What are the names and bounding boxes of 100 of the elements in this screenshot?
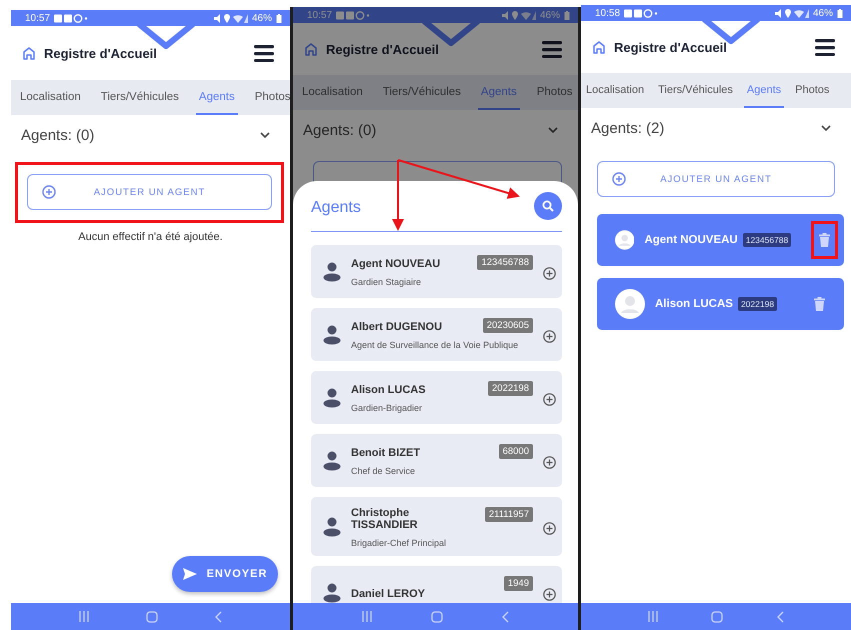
matricule-badge: 2022198: [488, 381, 533, 396]
send-button[interactable]: ENVOYER: [172, 556, 278, 592]
search-icon: [542, 200, 554, 212]
agent-card[interactable]: Alison LUCAS 2022198: [597, 278, 844, 330]
section-title: Agents: (2): [591, 120, 664, 137]
matricule-badge: 20230605: [482, 318, 533, 333]
agent-name: Daniel LEROY: [351, 588, 426, 600]
agent-list-item[interactable]: Alison LUCAS Gardien-Brigadier 2022198: [311, 371, 562, 424]
battery-level: 46%: [540, 10, 560, 20]
back-icon[interactable]: [777, 610, 784, 622]
agent-list-item[interactable]: Benoit BIZET Chef de Service 68000: [311, 434, 562, 487]
agent-list-item[interactable]: Agent NOUVEAU Gardien Stagiaire 123456788: [311, 245, 562, 298]
matricule-badge: 68000: [498, 444, 533, 459]
trash-icon: [819, 233, 830, 247]
battery-icon: [276, 14, 282, 22]
tab[interactable]: Localisation: [17, 80, 84, 115]
chevron-down-icon[interactable]: [260, 132, 270, 139]
back-icon[interactable]: [502, 610, 509, 622]
recent-apps-icon[interactable]: [79, 611, 90, 622]
home-icon[interactable]: [304, 42, 318, 56]
signal-icons: [214, 14, 248, 22]
battery-level: 46%: [812, 8, 833, 18]
search-button[interactable]: [534, 192, 562, 220]
agent-name: Agent NOUVEAU: [644, 234, 738, 246]
delete-button[interactable]: [811, 221, 838, 259]
empty-message: Aucun effectif n'a été ajoutée.: [77, 231, 224, 243]
tab[interactable]: Photos: [534, 75, 576, 110]
agent-list-item[interactable]: Christophe TISSANDIER Brigadier-Chef Principal 21111957: [311, 497, 562, 556]
chevron-down-icon[interactable]: [821, 125, 831, 132]
tab[interactable]: Photos: [792, 73, 832, 108]
recent-apps-icon[interactable]: [648, 611, 658, 622]
app-title: Registre d'Accueil: [44, 46, 157, 60]
add-agent-button[interactable]: AJOUTER UN AGENT: [597, 161, 835, 197]
plus-circle-icon[interactable]: [543, 456, 556, 469]
add-agent-button[interactable]: AJOUTER UN AGENT: [27, 174, 272, 210]
agent-name: Agent NOUVEAU: [351, 258, 442, 270]
tab[interactable]: Tiers/Véhicules: [655, 73, 736, 108]
agent-name: Benoit BIZET: [351, 447, 422, 459]
agent-name: Albert DUGENOU: [351, 321, 444, 333]
recent-apps-icon[interactable]: [362, 611, 372, 622]
tab[interactable]: Tiers/Véhicules: [380, 75, 464, 110]
agent-name: Alison LUCAS: [655, 298, 733, 310]
home-icon[interactable]: [592, 40, 606, 54]
home-button-icon[interactable]: [430, 610, 443, 622]
plus-circle-icon: [612, 172, 626, 186]
status-time: 10:57: [25, 12, 50, 24]
matricule-badge: 123456788: [477, 255, 533, 270]
person-icon: [323, 582, 341, 602]
plus-circle-icon[interactable]: [543, 330, 556, 343]
status-time: 10:57: [307, 10, 332, 20]
agent-role: Brigadier-Chef Principal: [351, 538, 448, 548]
battery-icon: [837, 8, 843, 18]
plus-circle-icon: [42, 185, 56, 199]
agent-name: Christophe TISSANDIER: [351, 507, 419, 531]
agent-list-item[interactable]: Daniel LEROY 1949: [311, 566, 562, 603]
tab[interactable]: Localisation: [299, 75, 366, 110]
agent-role: Gardien Stagiaire: [351, 277, 422, 287]
app-title: Registre d'Accueil: [614, 40, 727, 54]
agent-card[interactable]: Agent NOUVEAU 123456788: [597, 214, 844, 266]
home-button-icon[interactable]: [146, 610, 158, 622]
person-icon: [323, 262, 341, 282]
tab[interactable]: Photos: [252, 80, 290, 115]
matricule-badge: 123456788: [742, 233, 792, 247]
agent-role: Chef de Service: [351, 466, 416, 476]
section-title: Agents: (0): [303, 122, 376, 139]
trash-icon: [814, 297, 824, 311]
tab[interactable]: Localisation: [583, 73, 648, 108]
chevron-down-icon[interactable]: [548, 127, 558, 134]
avatar-icon: [615, 289, 645, 319]
agent-name: Alison LUCAS: [351, 384, 427, 396]
matricule-badge: 1949: [504, 576, 533, 591]
plus-circle-icon[interactable]: [543, 522, 556, 535]
person-icon: [323, 324, 341, 344]
person-icon: [323, 450, 341, 470]
person-icon: [323, 516, 341, 536]
section-title: Agents: (0): [21, 127, 94, 144]
status-time: 10:58: [595, 8, 620, 18]
agent-list-item[interactable]: Albert DUGENOU Agent de Surveillance de la Voie Publique 20230605: [311, 308, 562, 361]
agent-role: Gardien-Brigadier: [351, 403, 424, 413]
plus-circle-icon[interactable]: [543, 588, 556, 601]
signal-icons: [502, 10, 536, 20]
battery-icon: [564, 10, 570, 20]
notification-icons: [624, 8, 658, 18]
home-icon[interactable]: [22, 46, 36, 60]
tab[interactable]: Tiers/Véhicules: [98, 80, 182, 115]
app-title: Registre d'Accueil: [326, 42, 439, 56]
plus-circle-icon[interactable]: [543, 393, 556, 406]
matricule-badge: 21111957: [484, 507, 533, 522]
sheet-title: Agents: [311, 198, 361, 217]
send-icon: [182, 568, 197, 580]
plus-circle-icon[interactable]: [543, 267, 556, 280]
battery-level: 46%: [252, 12, 272, 24]
menu-icon[interactable]: [815, 38, 835, 56]
agent-role: Agent de Surveillance de la Voie Publique: [351, 340, 520, 350]
menu-icon[interactable]: [254, 44, 274, 62]
home-button-icon[interactable]: [711, 610, 724, 622]
matricule-badge: 2022198: [738, 297, 778, 311]
back-icon[interactable]: [214, 610, 222, 622]
notification-icons: [336, 10, 370, 20]
person-icon: [323, 388, 341, 408]
